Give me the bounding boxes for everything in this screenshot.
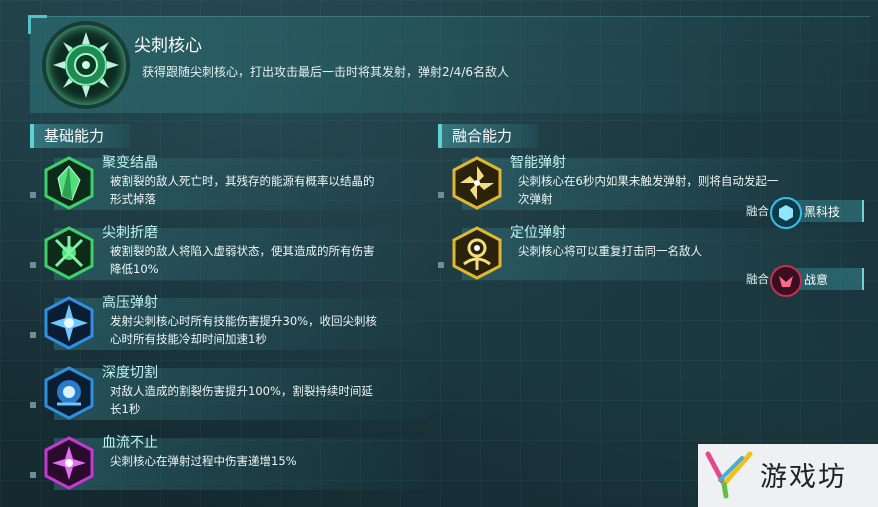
blue-burst-icon	[42, 296, 96, 350]
tech-icon	[770, 197, 802, 229]
core-description: 获得跟随尖刺核心，打出攻击最后一击时将其发射，弹射2/4/6名敌人	[142, 65, 509, 79]
battle-will-icon	[770, 265, 802, 297]
green-crystal-icon	[42, 156, 96, 210]
fusion-tag-label: 融合	[746, 272, 769, 286]
watermark-text: 游戏坊	[760, 462, 847, 493]
ability-description: 尖刺核心在弹射过程中伤害递增15%	[110, 454, 297, 468]
ability-name: 聚变结晶	[102, 155, 158, 171]
spiked-core-icon	[46, 25, 126, 105]
fusion-abilities-heading: 融合能力	[438, 124, 538, 148]
ability-description: 尖刺核心在6秒内如果未触发弹射，则将自动发起一 次弹射	[518, 174, 779, 206]
fusion-tag-black-tech[interactable]: 融合 黑科技	[746, 197, 864, 229]
purple-star-icon	[42, 436, 96, 490]
ability-description: 被割裂的敌人死亡时，其残存的能源有概率以结晶的 形式掉落	[110, 174, 375, 206]
ability-fusion-crystal[interactable]: 聚变结晶 被割裂的敌人死亡时，其残存的能源有概率以结晶的 形式掉落	[30, 150, 430, 212]
fusion-tag-name: 战意	[804, 273, 829, 287]
ability-name: 高压弹射	[102, 295, 158, 311]
fusion-tag-name: 黑科技	[804, 205, 841, 219]
ability-name: 尖刺折磨	[102, 225, 158, 241]
fusion-tag-label: 融合	[746, 204, 769, 218]
ability-high-pressure-launch[interactable]: 高压弹射 发射尖刺核心时所有技能伤害提升30%，收回尖刺核 心时所有技能冷却时间…	[30, 290, 430, 352]
blue-core-icon	[42, 366, 96, 420]
ability-name: 智能弹射	[510, 155, 566, 171]
ability-endless-bleed[interactable]: 血流不止 尖刺核心在弹射过程中伤害递增15%	[30, 430, 430, 492]
core-card: 尖刺核心 获得跟随尖刺核心，打出攻击最后一击时将其发射，弹射2/4/6名敌人	[28, 15, 870, 113]
watermark-logo	[705, 451, 753, 499]
green-thorn-icon	[42, 226, 96, 280]
ability-name: 深度切割	[102, 365, 158, 381]
gold-pinwheel-icon	[450, 156, 504, 210]
ability-description: 发射尖刺核心时所有技能伤害提升30%，收回尖刺核 心时所有技能冷却时间加速1秒	[110, 314, 378, 346]
fusion-tag-battle-will[interactable]: 融合 战意	[746, 265, 864, 297]
ability-name: 定位弹射	[510, 225, 566, 241]
ability-description: 被割裂的敌人将陷入虚弱状态，使其造成的所有伤害 降低10%	[110, 244, 375, 276]
ability-spike-torment[interactable]: 尖刺折磨 被割裂的敌人将陷入虚弱状态，使其造成的所有伤害 降低10%	[30, 220, 430, 282]
basic-abilities-heading: 基础能力	[30, 124, 130, 148]
ability-name: 血流不止	[102, 435, 158, 451]
gold-target-icon	[450, 226, 504, 280]
ability-description: 尖刺核心将可以重复打击同一名敌人	[518, 244, 702, 258]
ability-deep-cut[interactable]: 深度切割 对敌人造成的割裂伤害提升100%，割裂持续时间延 长1秒	[30, 360, 430, 422]
core-title: 尖刺核心	[134, 36, 202, 56]
ability-description: 对敌人造成的割裂伤害提升100%，割裂持续时间延 长1秒	[110, 384, 373, 416]
